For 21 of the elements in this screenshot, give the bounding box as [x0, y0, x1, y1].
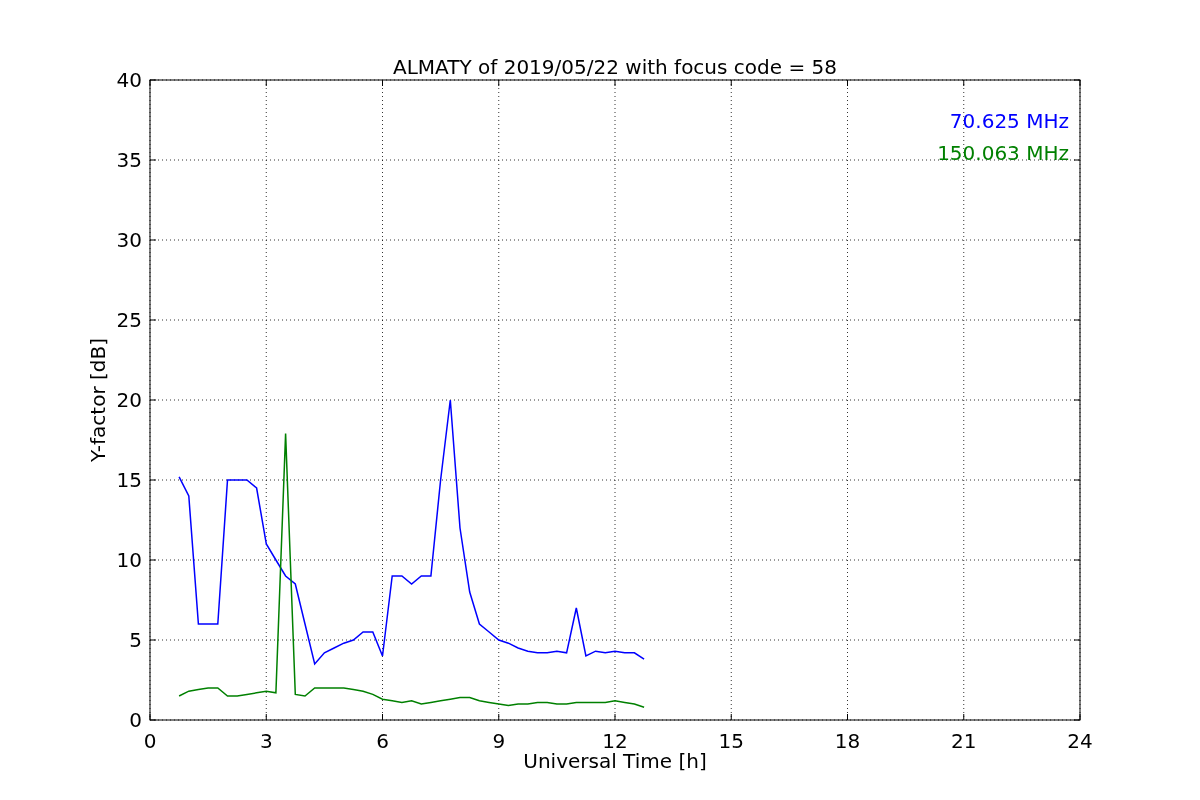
- tick-label: 40: [116, 68, 142, 92]
- tick-label: 21: [951, 729, 977, 753]
- tick-label: 35: [116, 148, 142, 172]
- axis-label: Y-factor [dB]: [86, 338, 110, 462]
- tick-label: 5: [129, 628, 142, 652]
- chart-title: ALMATY of 2019/05/22 with focus code = 58: [393, 55, 837, 79]
- tick-label: 0: [143, 729, 157, 753]
- tick-label: 3: [259, 729, 273, 753]
- tick-label: 24: [1067, 729, 1093, 753]
- tick-label: 30: [116, 228, 142, 252]
- tick-label: 10: [116, 548, 142, 572]
- tick-label: 18: [834, 729, 861, 753]
- tick-label: 15: [116, 468, 142, 492]
- tick-label: 6: [376, 729, 389, 753]
- legend-label: 150.063 MHz: [937, 141, 1069, 165]
- legend-label: 70.625 MHz: [949, 109, 1069, 133]
- tick-label: 15: [718, 729, 744, 753]
- tick-label: 25: [116, 308, 142, 332]
- tick-label: 20: [116, 388, 142, 412]
- tick-label: 0: [129, 708, 142, 732]
- tick-label: 9: [492, 729, 506, 753]
